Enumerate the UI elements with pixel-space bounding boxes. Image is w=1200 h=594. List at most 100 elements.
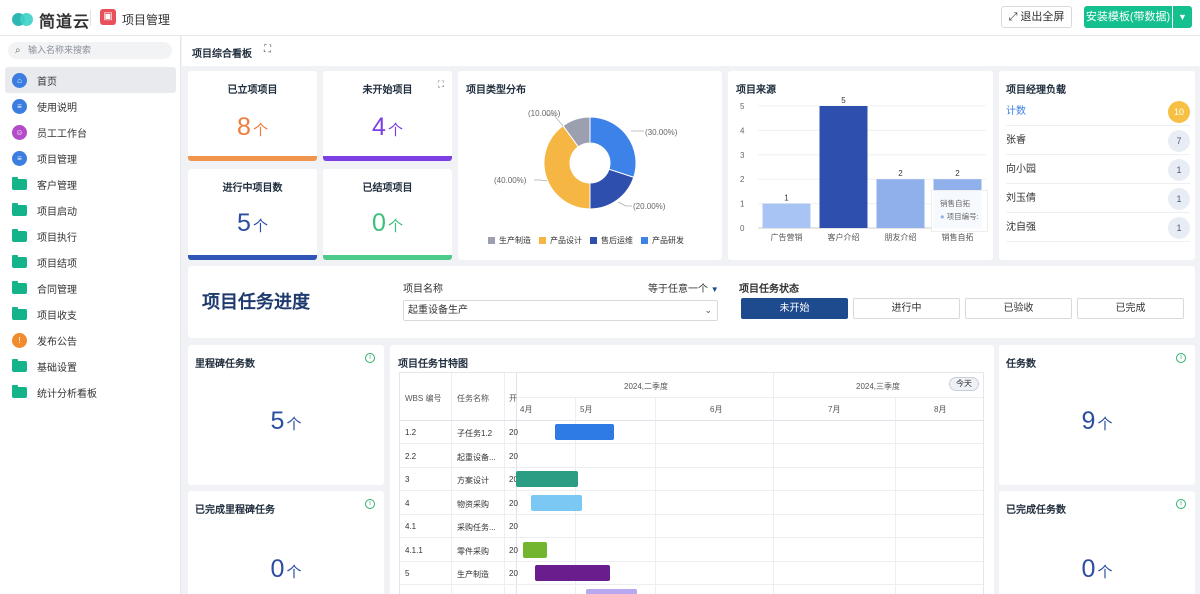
sidebar-item[interactable]: 项目启动 <box>5 197 176 223</box>
gantt-bar[interactable] <box>531 494 582 511</box>
sidebar-item[interactable]: 客户管理 <box>5 171 176 197</box>
doc-icon: ≡ <box>12 150 27 166</box>
gantt-cell-start: 20 <box>509 498 518 508</box>
exit-fullscreen-button[interactable]: ⤢ 退出全屏 <box>1001 6 1072 28</box>
gantt-cell-wbs: 4 <box>405 498 410 508</box>
status-accepted-button[interactable]: 已验收 <box>965 298 1072 319</box>
brand-logo[interactable]: 简道云 <box>12 8 90 32</box>
manager-row[interactable]: 计数 10 <box>1006 98 1190 126</box>
gantt-cell-wbs: 2.2 <box>405 451 417 461</box>
brand-name: 简道云 <box>39 14 91 31</box>
gantt-bar[interactable] <box>516 471 578 487</box>
legend-item[interactable]: 售后运维 <box>590 235 633 246</box>
sidebar-item[interactable]: ☺ 员工工作台 <box>5 119 176 145</box>
today-button[interactable]: 今天 <box>949 377 979 391</box>
page-title: 项目综合看板 <box>192 49 252 60</box>
sidebar-item-label: 项目执行 <box>37 232 77 244</box>
pie-slice[interactable] <box>589 116 637 178</box>
sidebar-item[interactable]: 合同管理 <box>5 275 176 301</box>
card-title: 已完成里程碑任务 <box>195 505 275 516</box>
pie-label-design: (40.00%) <box>494 176 527 185</box>
card-title: 项目经理负载 <box>1006 85 1066 96</box>
gantt-cell-name: 起重设备... <box>457 452 496 462</box>
bar[interactable] <box>762 203 811 228</box>
manager-row[interactable]: 向小园 1 <box>1006 156 1190 184</box>
chevron-down-icon[interactable]: ▼ <box>1173 6 1192 28</box>
bar[interactable] <box>819 106 868 228</box>
legend-swatch <box>641 237 648 244</box>
legend-item[interactable]: 产品研发 <box>641 235 684 246</box>
gantt-bar[interactable] <box>523 541 547 558</box>
folder-icon <box>12 202 27 216</box>
chevron-down-icon: ▼ <box>710 285 719 294</box>
sidebar-item[interactable]: 项目结项 <box>5 249 176 275</box>
gantt-cell-wbs: 4.1 <box>405 522 417 531</box>
sidebar-item-label: 客户管理 <box>37 180 77 192</box>
quarter-2: 2024,二季度 <box>624 382 669 391</box>
card-accent <box>323 255 452 260</box>
sidebar-item[interactable]: 项目收支 <box>5 301 176 327</box>
info-icon[interactable]: i <box>365 499 375 509</box>
match-mode-select[interactable]: 等于任意一个 ▼ <box>648 280 719 295</box>
folder-icon <box>12 280 27 294</box>
sidebar-item[interactable]: ! 发布公告 <box>5 327 176 353</box>
manager-name: 张睿 <box>1006 135 1026 146</box>
milestone-done-card: 已完成里程碑任务 i 0个 <box>188 491 384 594</box>
status-not-started-button[interactable]: 未开始 <box>741 298 848 319</box>
stat-value: 0个 <box>372 209 403 237</box>
gantt-bar[interactable] <box>555 424 614 440</box>
install-template-button[interactable]: 安装模板(带数据) <box>1084 6 1172 28</box>
manager-row[interactable]: 刘玉倩 1 <box>1006 185 1190 213</box>
x-tick-label: 销售自拓 <box>942 232 974 242</box>
pie-label-aftersales: (20.00%) <box>633 202 666 211</box>
stat-value: 4个 <box>372 113 403 141</box>
sidebar-item-label: 首页 <box>37 76 57 88</box>
count-badge: 10 <box>1168 101 1190 123</box>
y-tick-label: 2 <box>740 175 745 184</box>
card-title: 任务数 <box>1006 359 1036 370</box>
card-accent <box>323 156 452 161</box>
search-input[interactable]: ⌕ 输入名称来搜索 <box>8 42 172 59</box>
pie-chart: (10.00%) (30.00%) (20.00%) (40.00%) <box>494 109 678 211</box>
expand-icon[interactable]: ⛶ <box>438 79 444 90</box>
card-accent <box>188 156 317 161</box>
gantt-cell-start: 20 <box>509 545 518 555</box>
task-done-card: 已完成任务数 i 0个 <box>999 491 1195 594</box>
card-title: 已立项项目 <box>227 85 278 96</box>
gantt-cell-wbs: 3 <box>405 475 410 484</box>
not-started-projects-card: 未开始项目 ⛶ 4个 <box>323 71 452 161</box>
task-progress-filter: 项目任务进度 项目名称 等于任意一个 ▼ 起重设备生产 ⌄ 项目任务状态 未开始… <box>188 266 1195 338</box>
sidebar-item[interactable]: 项目执行 <box>5 223 176 249</box>
info-icon[interactable]: i <box>1176 353 1186 363</box>
fullscreen-icon[interactable]: ⛶ <box>264 44 271 55</box>
x-tick-label: 客户介绍 <box>828 232 860 242</box>
legend-item[interactable]: 生产制造 <box>488 235 531 246</box>
status-completed-button[interactable]: 已完成 <box>1077 298 1184 319</box>
sidebar-item-label: 项目启动 <box>37 206 77 218</box>
manager-row[interactable]: 张睿 7 <box>1006 127 1190 155</box>
gantt-bar[interactable] <box>535 565 610 581</box>
tooltip-line: 项目编号: <box>946 212 979 221</box>
legend-item[interactable]: 产品设计 <box>539 235 582 246</box>
quarter-3: 2024,三季度 <box>856 382 901 391</box>
sidebar-item-label: 发布公告 <box>37 336 77 348</box>
gantt-cell-start: 20 <box>509 569 518 578</box>
sidebar-item[interactable]: ≡ 使用说明 <box>5 93 176 119</box>
gantt-cell-start: 20 <box>509 522 518 531</box>
info-icon[interactable]: i <box>365 353 375 363</box>
sidebar-item[interactable]: 基础设置 <box>5 353 176 379</box>
status-in-progress-button[interactable]: 进行中 <box>853 298 960 319</box>
sidebar-item[interactable]: 统计分析看板 <box>5 379 176 405</box>
sidebar-item[interactable]: ⌂ 首页 <box>5 67 176 93</box>
legend-swatch <box>590 237 597 244</box>
info-icon[interactable]: i <box>1176 499 1186 509</box>
col-start: 开 <box>509 394 517 403</box>
manager-row[interactable]: 沈自强 1 <box>1006 214 1190 242</box>
announce-icon: ! <box>12 332 27 348</box>
project-source-card: 项目来源 0 1 2 3 4 5 1 广告营销 5 客户介绍 2 朋友介绍 2 销售自拓 销售自拓 ● 项… <box>728 71 993 260</box>
app-name[interactable]: 项目管理 <box>122 11 170 28</box>
bar[interactable] <box>876 179 925 228</box>
gantt-bar[interactable] <box>586 588 637 594</box>
project-name-select[interactable]: 起重设备生产 ⌄ <box>403 300 718 321</box>
sidebar-item[interactable]: ≡ 项目管理 <box>5 145 176 171</box>
